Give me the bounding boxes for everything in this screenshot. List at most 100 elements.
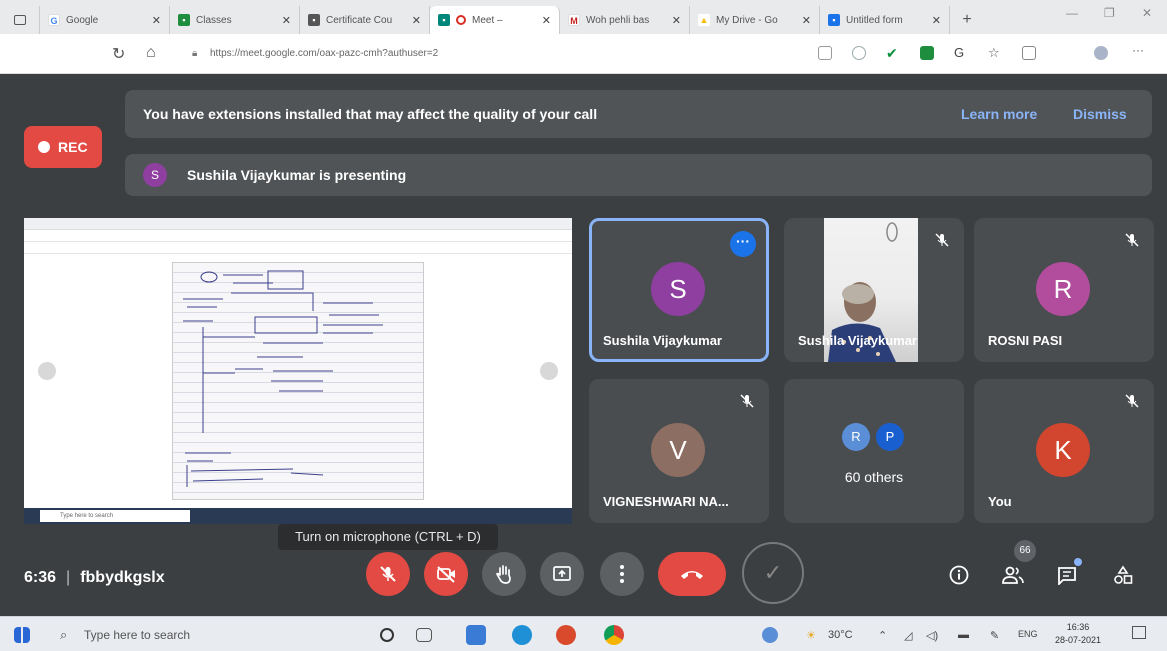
clock-date: 28-07-2021: [1055, 635, 1102, 645]
collections-icon[interactable]: [1022, 46, 1036, 60]
hidden-icons-chevron-icon[interactable]: ⌃: [878, 629, 887, 642]
dismiss-button[interactable]: Dismiss: [1073, 106, 1127, 122]
check-button[interactable]: ✓: [742, 542, 804, 604]
meeting-info: 6:36 | fbbydkgslx: [24, 569, 165, 587]
participants-button[interactable]: [1000, 562, 1026, 588]
participant-avatar: S: [651, 262, 705, 316]
more-vert-icon: [620, 565, 624, 583]
taskbar-search-box[interactable]: ⌕ Type here to search: [48, 624, 338, 646]
tab-drive[interactable]: ▲ My Drive - Go ✕: [690, 6, 820, 34]
windows-start-icon[interactable]: [14, 627, 30, 643]
pen-icon[interactable]: ✎: [990, 629, 999, 642]
tab-google[interactable]: G Google ✕: [40, 6, 170, 34]
profile-avatar[interactable]: [1094, 46, 1108, 60]
file-explorer-icon[interactable]: [466, 625, 486, 645]
presenting-text: Sushila Vijaykumar is presenting: [187, 167, 407, 183]
more-options-button[interactable]: [600, 552, 644, 596]
search-icon: ⌕: [60, 627, 68, 642]
chrome-icon[interactable]: [604, 625, 624, 645]
taskbar-clock[interactable]: 16:36 28-07-2021: [1055, 621, 1101, 647]
grammar-extension-icon[interactable]: G: [954, 46, 968, 60]
participant-tile-sushila-avatar[interactable]: ··· S Sushila Vijaykumar: [589, 218, 769, 362]
task-view-icon[interactable]: [416, 628, 432, 642]
others-count-label: 60 others: [844, 469, 904, 485]
extensions-warning-banner: You have extensions installed that may a…: [125, 90, 1152, 138]
tab-form[interactable]: ▪ Untitled form ✕: [820, 6, 950, 34]
volume-icon[interactable]: ◁): [926, 629, 938, 642]
meet-call-area: You have extensions installed that may a…: [0, 74, 1167, 616]
raise-hand-button[interactable]: [482, 552, 526, 596]
chat-icon: [1058, 567, 1076, 585]
participant-avatar: K: [1036, 423, 1090, 477]
close-tab-icon[interactable]: ✕: [412, 14, 421, 27]
network-icon[interactable]: ◿: [904, 629, 912, 642]
camera-toggle-button[interactable]: [424, 552, 468, 596]
close-tab-icon[interactable]: ✕: [802, 14, 811, 27]
close-tab-icon[interactable]: ✕: [932, 14, 941, 27]
close-tab-icon[interactable]: ✕: [152, 14, 161, 27]
reload-icon[interactable]: ↻: [112, 44, 125, 64]
camera-extension-icon[interactable]: [818, 46, 832, 60]
lock-icon: 🔒︎: [192, 48, 198, 59]
shared-taskbar-search: Type here to search: [40, 510, 190, 522]
participant-tile-sushila-video[interactable]: Sushila Vijaykumar: [784, 218, 964, 362]
tab-title: My Drive - Go: [716, 14, 778, 26]
minimize-icon[interactable]: —: [1066, 6, 1078, 20]
close-tab-icon[interactable]: ✕: [672, 14, 681, 27]
present-screen-button[interactable]: [540, 552, 584, 596]
favorites-icon[interactable]: ☆: [988, 46, 1002, 60]
new-tab-button[interactable]: +: [950, 6, 984, 34]
more-options-icon[interactable]: ···: [730, 231, 756, 257]
learn-more-link[interactable]: Learn more: [961, 106, 1037, 122]
weather-icon: ☀︎: [806, 630, 816, 642]
meeting-details-button[interactable]: [946, 562, 972, 588]
leave-call-button[interactable]: [658, 552, 726, 596]
tab-meet[interactable]: ▪ Meet – ✕: [430, 6, 560, 34]
mic-off-icon: [740, 394, 754, 408]
tab-title: Meet –: [472, 14, 503, 26]
tab-certificate[interactable]: ▪ Certificate Cou ✕: [300, 6, 430, 34]
participant-tile-rosni-pasi[interactable]: R ROSNI PASI: [974, 218, 1154, 362]
participant-tile-you[interactable]: K You: [974, 379, 1154, 523]
tracking-icon[interactable]: [852, 46, 866, 60]
participants-count-badge: 66: [1014, 540, 1036, 562]
tab-title: Certificate Cou: [326, 14, 393, 26]
recording-indicator-icon: [456, 15, 466, 25]
checkmark-extension-icon[interactable]: ✔: [886, 46, 900, 60]
battery-icon[interactable]: ▬: [958, 629, 969, 641]
language-indicator[interactable]: ENG: [1018, 629, 1038, 639]
people-icon: [1002, 566, 1024, 584]
participant-name: Sushila Vijaykumar: [798, 333, 917, 348]
green-extension-icon[interactable]: [920, 46, 934, 60]
presenter-avatar: S: [143, 163, 167, 187]
shared-browser-toolbar: [24, 230, 572, 242]
close-window-icon[interactable]: ✕: [1142, 6, 1152, 20]
tab-gmail[interactable]: M Woh pehli bas ✕: [560, 6, 690, 34]
hang-up-icon: [681, 571, 703, 579]
restore-icon[interactable]: ❐: [1104, 6, 1115, 20]
close-tab-icon[interactable]: ✕: [542, 14, 551, 27]
url-field[interactable]: 🔒︎ https://meet.google.com/oax-pazc-cmh?…: [190, 42, 810, 66]
activities-button[interactable]: [1110, 562, 1136, 588]
office-icon[interactable]: [556, 625, 576, 645]
cortana-icon[interactable]: [380, 628, 394, 642]
edge-icon[interactable]: [512, 625, 532, 645]
activities-icon: [1114, 565, 1133, 584]
record-dot-icon: [38, 141, 50, 153]
close-tab-icon[interactable]: ✕: [282, 14, 291, 27]
participant-tile-vigneshwari[interactable]: V VIGNESHWARI NA...: [589, 379, 769, 523]
tray-app-icon[interactable]: [762, 627, 778, 643]
meeting-code: fbbydkgslx: [80, 569, 165, 586]
home-icon[interactable]: ⌂: [146, 44, 156, 62]
chat-notification-dot: [1074, 558, 1082, 566]
shared-screen[interactable]: Type here to search: [24, 218, 572, 524]
tab-classes[interactable]: ▪ Classes ✕: [170, 6, 300, 34]
notifications-icon[interactable]: [1132, 626, 1146, 639]
microphone-toggle-button[interactable]: [366, 552, 410, 596]
more-menu-icon[interactable]: ···: [1132, 44, 1146, 60]
document-icon: ▪: [308, 14, 320, 26]
shared-taskbar: Type here to search: [24, 508, 572, 524]
participant-tile-others[interactable]: R P 60 others: [784, 379, 964, 523]
presenting-banner: S Sushila Vijaykumar is presenting: [125, 154, 1152, 196]
window-menu-button[interactable]: [0, 6, 40, 34]
